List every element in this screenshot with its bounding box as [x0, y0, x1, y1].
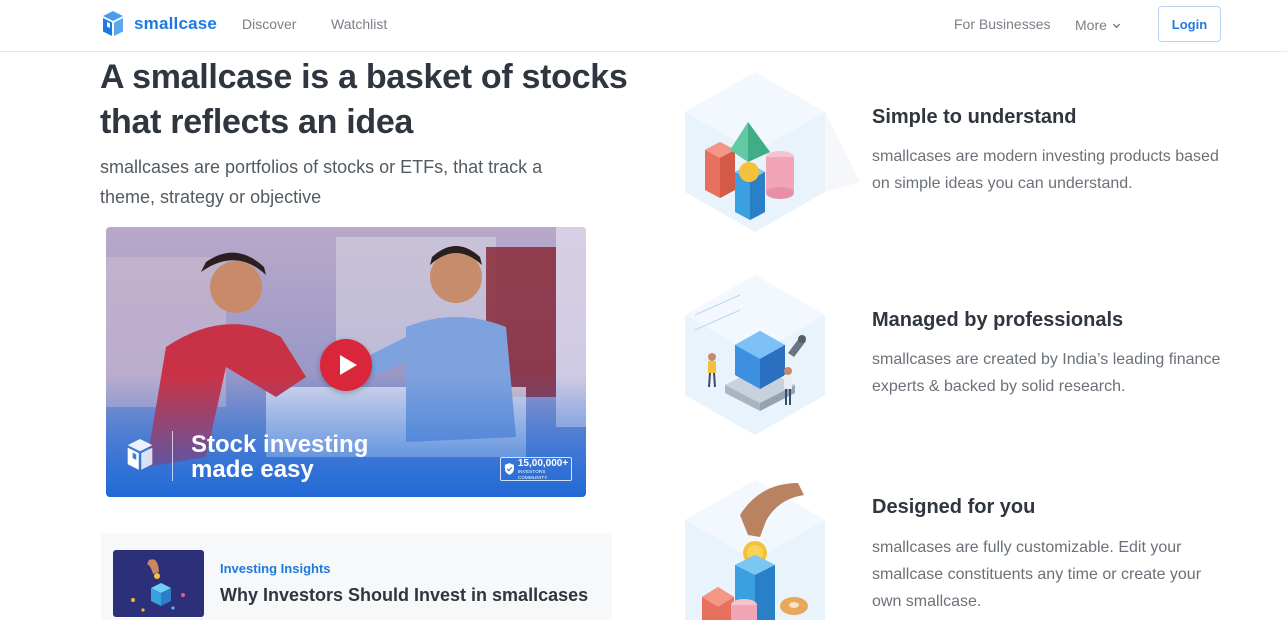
nav-more-label: More	[1075, 17, 1107, 33]
hero-title: A smallcase is a basket of stocks that r…	[100, 58, 628, 141]
smallcase-logo-icon	[103, 11, 123, 36]
investors-badge: 15,00,000+ INVESTORS COMMUNITY	[500, 457, 572, 481]
badge-count: 15,00,000+	[517, 457, 569, 469]
nav-discover-link[interactable]: Discover	[242, 16, 296, 32]
insight-thumbnail	[113, 550, 204, 617]
brand-logo[interactable]: smallcase	[100, 10, 217, 38]
simple-blocks-illustration	[685, 72, 860, 232]
brand-name: smallcase	[134, 14, 218, 33]
top-navbar: smallcase Discover Watchlist For Busines…	[0, 0, 1287, 52]
video-caption: Stock investing made easy	[191, 431, 369, 483]
intro-video[interactable]: Stock investing made easy 15,00,000+ INV…	[106, 227, 586, 497]
insight-card[interactable]: Investing Insights Why Investors Should …	[101, 533, 612, 620]
feature-desc-designed: smallcases are fully customizable. Edit …	[872, 539, 1202, 610]
play-icon	[340, 355, 357, 375]
designed-for-you-illustration	[685, 480, 825, 620]
smallcase-logo-icon	[127, 439, 153, 470]
chevron-down-icon	[1112, 23, 1121, 28]
professionals-illustration	[685, 275, 825, 435]
feature-desc-professionals: smallcases are created by India’s leadin…	[872, 351, 1221, 395]
nav-for-businesses-link[interactable]: For Businesses	[954, 16, 1050, 32]
insight-kicker: Investing Insights	[220, 561, 331, 576]
badge-label: INVESTORS COMMUNITY	[517, 468, 548, 480]
feature-title-designed: Designed for you	[872, 496, 1036, 518]
nav-more-dropdown[interactable]: More	[1075, 17, 1121, 33]
shield-icon	[504, 463, 514, 475]
feature-title-professionals: Managed by professionals	[872, 309, 1124, 331]
video-divider	[172, 431, 173, 481]
hero-subtitle: smallcases are portfolios of stocks or E…	[100, 157, 543, 207]
play-button[interactable]	[320, 339, 372, 391]
nav-watchlist-link[interactable]: Watchlist	[331, 16, 387, 32]
feature-title-simple: Simple to understand	[872, 106, 1077, 128]
insight-title: Why Investors Should Invest in smallcase…	[220, 585, 589, 605]
login-button[interactable]: Login	[1158, 6, 1221, 42]
feature-desc-simple: smallcases are modern investing products…	[872, 148, 1219, 192]
